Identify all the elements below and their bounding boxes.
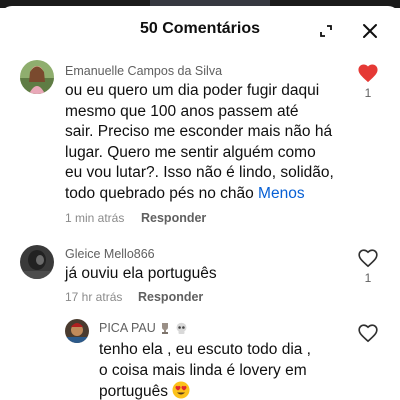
show-less-link[interactable]: Menos (258, 185, 305, 202)
like-count: 1 (364, 86, 372, 100)
comment-text-line: mesmo que 100 anos passem até (65, 102, 299, 120)
comment-author[interactable]: Emanuelle Campos da Silva (65, 64, 222, 78)
comment-text: já ouviu ela português (65, 264, 345, 285)
avatar[interactable] (20, 245, 54, 279)
comment-timestamp: 17 hr atrás (65, 290, 123, 304)
comment-text-line: lugar. Quero me sentir alguém como (65, 143, 316, 161)
comment-author[interactable]: Gleice Mello866 (65, 247, 155, 261)
reply-author-name: PICA PAU (99, 321, 156, 335)
expand-icon[interactable] (318, 23, 334, 39)
avatar[interactable] (20, 60, 54, 94)
comment-text-line: português (99, 381, 354, 400)
reply-button[interactable]: Responder (138, 290, 203, 304)
comment-text-line: português (99, 383, 173, 400)
comments-header: 50 Comentários (0, 6, 400, 52)
avatar[interactable] (65, 319, 89, 343)
like-count: 1 (364, 271, 372, 285)
like-heart-icon[interactable] (357, 248, 379, 268)
comment-text: ou eu quero um dia poder fugir daqui mes… (65, 81, 365, 204)
comment-timestamp: 1 min atrás (65, 211, 125, 225)
comment-text-line: todo quebrado pés no chão Menos (65, 184, 365, 205)
trophy-icon (159, 322, 171, 338)
comment-author[interactable]: PICA PAU (99, 321, 188, 338)
comment-text-line: eu vou lutar?. Isso não é lindo, solidão… (65, 164, 334, 181)
comment-text-line: sair. Preciso me esconder mais não há (65, 123, 333, 140)
comment-text-line: já ouviu ela português (65, 265, 217, 282)
like-heart-icon[interactable] (357, 63, 379, 83)
comments-title: 50 Comentários (139, 20, 261, 37)
comment-text-line: o coisa mais linda é lovery em (99, 361, 307, 379)
heart-eyes-emoji (172, 381, 190, 400)
like-heart-icon[interactable] (357, 323, 379, 343)
comment-text-line: todo quebrado pés no chão (65, 184, 259, 202)
reply-button[interactable]: Responder (141, 211, 206, 225)
skull-icon (175, 322, 188, 338)
close-icon[interactable] (360, 21, 380, 41)
comment-text-line: ou eu quero um dia poder fugir daqui (65, 82, 320, 99)
comment-text: tenho ela , eu escuto todo dia , o coisa… (99, 340, 354, 400)
comment-text-line: tenho ela , eu escuto todo dia , (99, 341, 311, 358)
